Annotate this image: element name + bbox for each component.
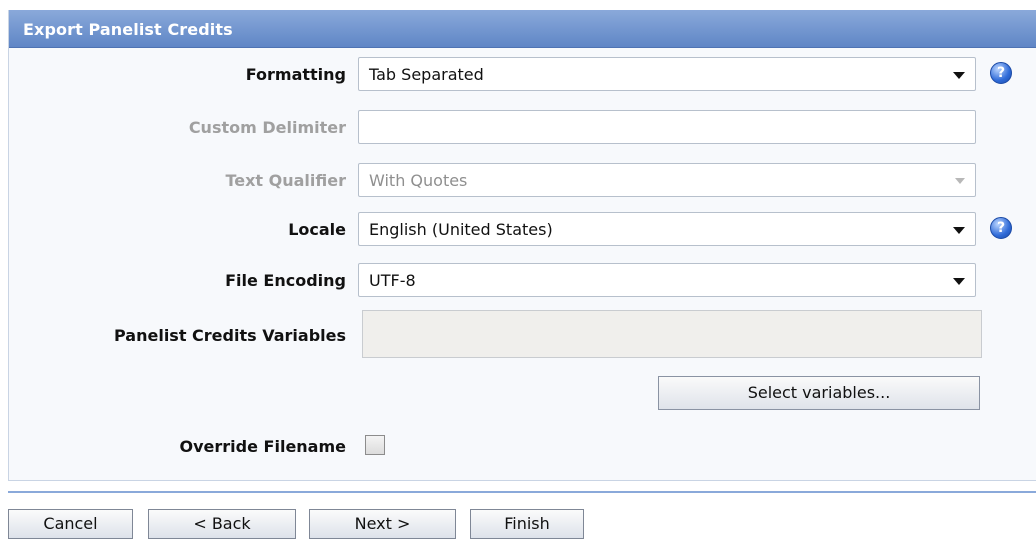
custom-delimiter-input[interactable] <box>358 110 976 144</box>
file-encoding-label: File Encoding <box>225 271 346 290</box>
locale-select[interactable]: English (United States) <box>358 212 976 246</box>
text-qualifier-label: Text Qualifier <box>225 171 346 190</box>
panelist-credits-variables-label: Panelist Credits Variables <box>114 326 346 345</box>
finish-button[interactable]: Finish <box>470 509 584 539</box>
formatting-label: Formatting <box>245 65 346 84</box>
panel-title: Export Panelist Credits <box>23 20 233 39</box>
custom-delimiter-label: Custom Delimiter <box>188 118 346 137</box>
chevron-down-icon <box>953 227 965 234</box>
help-icon[interactable]: ? <box>990 62 1012 84</box>
file-encoding-select[interactable]: UTF-8 <box>358 263 976 297</box>
back-button[interactable]: < Back <box>148 509 296 539</box>
locale-label: Locale <box>288 220 346 239</box>
override-filename-checkbox[interactable] <box>365 435 385 455</box>
next-button[interactable]: Next > <box>309 509 456 539</box>
cancel-button[interactable]: Cancel <box>8 509 133 539</box>
text-qualifier-value: With Quotes <box>369 171 468 190</box>
help-icon[interactable]: ? <box>990 217 1012 239</box>
panel-header: Export Panelist Credits <box>9 10 1036 48</box>
formatting-value: Tab Separated <box>369 65 484 84</box>
text-qualifier-select[interactable]: With Quotes <box>358 163 976 197</box>
chevron-down-icon <box>953 72 965 79</box>
formatting-select[interactable]: Tab Separated <box>358 57 976 91</box>
locale-value: English (United States) <box>369 220 553 239</box>
override-filename-label: Override Filename <box>179 437 346 456</box>
panelist-credits-variables-list[interactable] <box>362 310 982 358</box>
file-encoding-value: UTF-8 <box>369 271 416 290</box>
select-variables-button[interactable]: Select variables... <box>658 376 980 410</box>
footer-divider <box>8 491 1036 493</box>
chevron-down-icon <box>953 278 965 285</box>
chevron-down-icon <box>955 178 965 184</box>
